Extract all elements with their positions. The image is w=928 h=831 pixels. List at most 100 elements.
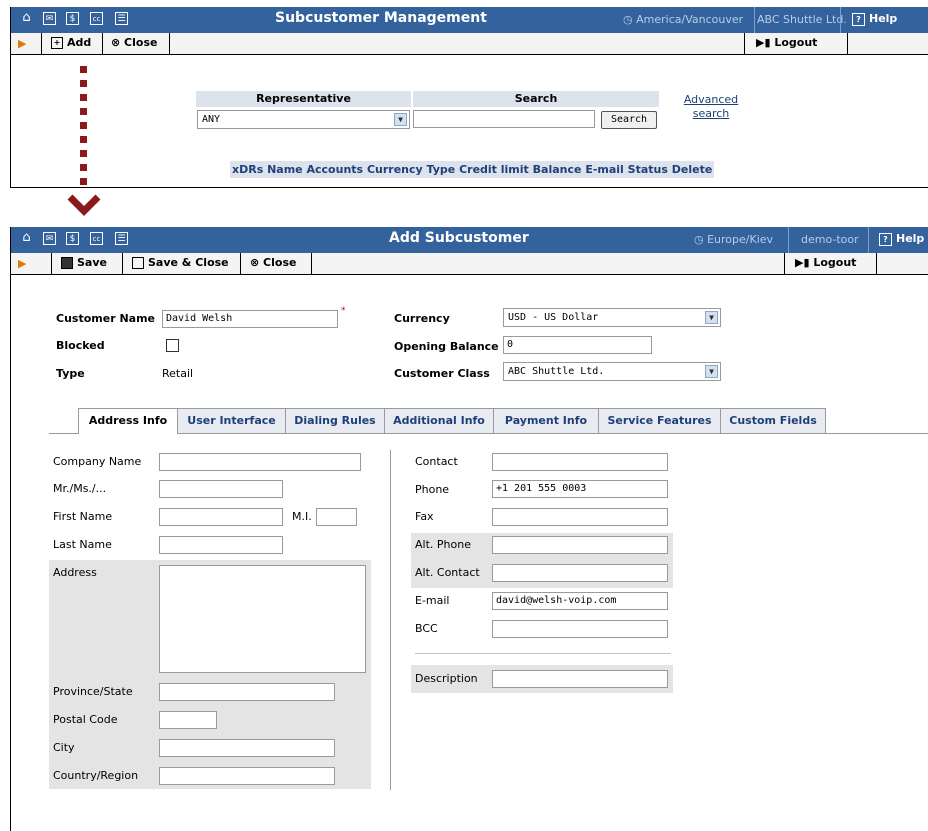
contact-label: Contact bbox=[415, 455, 458, 468]
opening-balance-field[interactable]: 0 bbox=[503, 336, 652, 354]
tab-additional-info[interactable]: Additional Info bbox=[384, 408, 494, 433]
help-link[interactable]: ? Help bbox=[879, 232, 924, 246]
tab-service-features[interactable]: Service Features bbox=[598, 408, 721, 433]
last-name-label: Last Name bbox=[53, 538, 112, 551]
city-field[interactable] bbox=[159, 739, 335, 757]
col-currency[interactable]: Currency bbox=[367, 163, 423, 176]
country-field[interactable] bbox=[159, 767, 335, 785]
company-name-field[interactable] bbox=[159, 453, 361, 471]
tab-dialing-rules[interactable]: Dialing Rules bbox=[285, 408, 385, 433]
dollar-icon[interactable]: $ bbox=[66, 232, 79, 245]
help-link[interactable]: ? Help bbox=[852, 12, 897, 26]
panel-divider bbox=[390, 450, 391, 790]
postal-code-field[interactable] bbox=[159, 711, 217, 729]
plus-icon: + bbox=[51, 37, 63, 49]
dollar-icon[interactable]: $ bbox=[66, 12, 79, 25]
arrow-dot bbox=[80, 178, 87, 185]
tab-payment-info[interactable]: Payment Info bbox=[493, 408, 599, 433]
col-email[interactable]: E-mail bbox=[585, 163, 624, 176]
home-icon[interactable]: ⌂ bbox=[20, 231, 33, 245]
email-field[interactable]: david@welsh-voip.com bbox=[492, 592, 668, 610]
disk-icon bbox=[132, 257, 144, 269]
col-accounts[interactable]: Accounts bbox=[307, 163, 364, 176]
company-name-label: Company Name bbox=[53, 455, 142, 468]
province-label: Province/State bbox=[53, 685, 133, 698]
first-name-label: First Name bbox=[53, 510, 113, 523]
col-name[interactable]: Name bbox=[267, 163, 303, 176]
separator bbox=[102, 33, 103, 55]
contact-field[interactable] bbox=[492, 453, 668, 471]
tab-custom-fields[interactable]: Custom Fields bbox=[720, 408, 826, 433]
logout-button[interactable]: ▶▮ Logout bbox=[795, 256, 856, 269]
col-xdrs[interactable]: xDRs bbox=[232, 163, 263, 176]
blocked-checkbox[interactable] bbox=[166, 339, 179, 352]
alt-phone-field[interactable] bbox=[492, 536, 668, 554]
separator bbox=[41, 33, 42, 55]
customer-class-value: ABC Shuttle Ltd. bbox=[508, 366, 605, 377]
close-button[interactable]: ⊗ Close bbox=[250, 256, 296, 269]
account-link[interactable]: ABC Shuttle Ltd. bbox=[757, 13, 847, 26]
col-type[interactable]: Type bbox=[427, 163, 456, 176]
bottom-window: ⌂ ✉ $ cc ☰ Add Subcustomer ◷ Europe/Kiev… bbox=[10, 227, 928, 831]
required-mark: * bbox=[341, 306, 346, 316]
timezone-link[interactable]: ◷ America/Vancouver bbox=[623, 13, 743, 26]
mail-icon[interactable]: ✉ bbox=[43, 12, 56, 25]
tab-bar-line bbox=[49, 433, 928, 434]
advanced-search-link[interactable]: Advanced search bbox=[679, 93, 743, 121]
bcc-field[interactable] bbox=[492, 620, 668, 638]
close-button[interactable]: ⊗ Close bbox=[111, 36, 157, 49]
address-textarea[interactable] bbox=[159, 565, 366, 673]
clock-icon: ◷ bbox=[623, 13, 637, 26]
search-line: search bbox=[692, 107, 730, 120]
cc-icon[interactable]: cc bbox=[90, 12, 103, 25]
separator bbox=[788, 227, 789, 253]
mail-icon[interactable]: ✉ bbox=[43, 232, 56, 245]
description-field[interactable] bbox=[492, 670, 668, 688]
list-icon[interactable]: ☰ bbox=[115, 232, 128, 245]
account-link[interactable]: demo-toor bbox=[801, 233, 859, 246]
timezone-link[interactable]: ◷ Europe/Kiev bbox=[694, 233, 773, 246]
first-name-field[interactable] bbox=[159, 508, 283, 526]
search-button[interactable]: Search bbox=[601, 111, 657, 129]
mi-field[interactable] bbox=[316, 508, 357, 526]
representative-select[interactable]: ANY ▼ bbox=[197, 110, 410, 129]
col-balance[interactable]: Balance bbox=[533, 163, 582, 176]
top-toolbar: ▶ + Add ⊗ Close ▶▮ Logout bbox=[11, 33, 928, 55]
add-button[interactable]: + Add bbox=[51, 36, 91, 49]
mr-ms-field[interactable] bbox=[159, 480, 283, 498]
save-button[interactable]: Save bbox=[61, 256, 107, 269]
search-input[interactable] bbox=[413, 110, 595, 128]
customer-class-select[interactable]: ABC Shuttle Ltd. ▼ bbox=[503, 362, 721, 381]
home-icon[interactable]: ⌂ bbox=[20, 11, 33, 25]
separator bbox=[169, 33, 170, 55]
fax-field[interactable] bbox=[492, 508, 668, 526]
fax-label: Fax bbox=[415, 510, 434, 523]
logout-button[interactable]: ▶▮ Logout bbox=[756, 36, 817, 49]
province-field[interactable] bbox=[159, 683, 335, 701]
alt-contact-field[interactable] bbox=[492, 564, 668, 582]
bcc-label: BCC bbox=[415, 622, 438, 635]
postal-code-label: Postal Code bbox=[53, 713, 118, 726]
arrow-dot bbox=[80, 94, 87, 101]
separator bbox=[868, 227, 869, 253]
cc-icon[interactable]: cc bbox=[90, 232, 103, 245]
customer-name-field[interactable]: David Welsh bbox=[162, 310, 338, 328]
separator bbox=[847, 33, 848, 55]
save-close-button[interactable]: Save & Close bbox=[132, 256, 229, 269]
logout-icon: ▶▮ bbox=[756, 36, 775, 49]
currency-select[interactable]: USD - US Dollar ▼ bbox=[503, 308, 721, 327]
col-delete[interactable]: Delete bbox=[672, 163, 713, 176]
tab-user-interface[interactable]: User Interface bbox=[177, 408, 286, 433]
last-name-field[interactable] bbox=[159, 536, 283, 554]
currency-value: USD - US Dollar bbox=[508, 312, 599, 323]
separator bbox=[784, 253, 785, 275]
phone-field[interactable]: +1 201 555 0003 bbox=[492, 480, 668, 498]
window-title: Add Subcustomer bbox=[389, 230, 529, 246]
separator bbox=[754, 7, 755, 33]
tab-address-info[interactable]: Address Info bbox=[78, 408, 178, 434]
email-label: E-mail bbox=[415, 594, 450, 607]
list-icon[interactable]: ☰ bbox=[115, 12, 128, 25]
col-credit-limit[interactable]: Credit limit bbox=[459, 163, 529, 176]
separator bbox=[51, 253, 52, 275]
col-status[interactable]: Status bbox=[628, 163, 668, 176]
